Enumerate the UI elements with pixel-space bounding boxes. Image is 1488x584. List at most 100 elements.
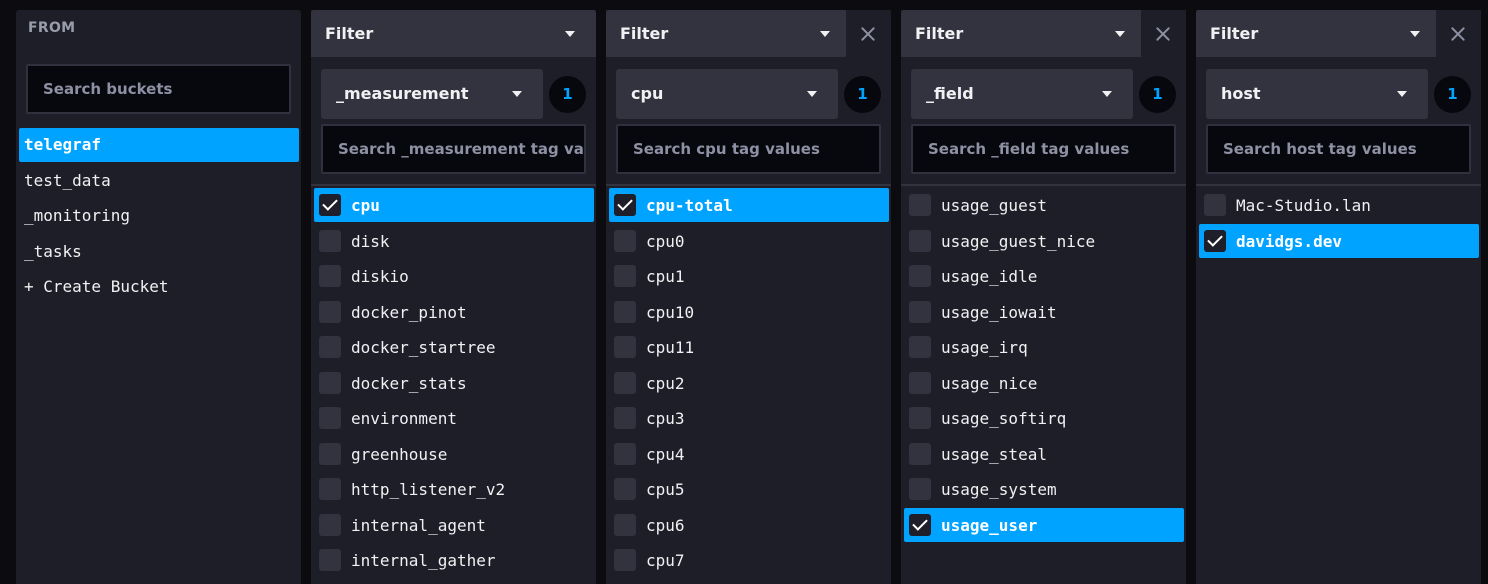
tag-value-item[interactable]: cpu-total (609, 188, 889, 222)
tag-value-search-input[interactable] (616, 124, 881, 174)
tag-value-item[interactable]: internal_agent (314, 508, 594, 542)
tag-value-item[interactable]: davidgs.dev (1199, 223, 1479, 258)
checkbox[interactable] (909, 407, 931, 429)
checkbox[interactable] (1204, 194, 1226, 216)
checkbox[interactable] (909, 265, 931, 287)
tag-value-item[interactable]: cpu5 (609, 472, 889, 506)
filter-type-dropdown[interactable]: Filter (1196, 10, 1436, 57)
tag-value-item[interactable]: usage_user (904, 507, 1184, 542)
checkbox[interactable] (909, 229, 931, 252)
checkbox[interactable] (319, 407, 341, 429)
filter-type-dropdown[interactable]: Filter (311, 10, 596, 57)
tag-value-item[interactable]: usage_guest (904, 188, 1184, 222)
tag-value-item[interactable]: Mac-Studio.lan (1199, 188, 1479, 222)
tag-value-item[interactable]: usage_idle (904, 259, 1184, 293)
tag-value-item[interactable]: cpu3 (609, 401, 889, 435)
checkbox[interactable] (909, 478, 931, 500)
checkbox[interactable] (1204, 229, 1226, 252)
tag-value-item[interactable]: internal_gather (314, 543, 594, 577)
tag-value-item[interactable]: greenhouse (314, 437, 594, 471)
checkbox[interactable] (614, 478, 636, 500)
checkbox[interactable] (909, 442, 931, 465)
bucket-item[interactable]: _monitoring (19, 199, 299, 233)
chevron-down-icon (1115, 31, 1125, 37)
filter-type-dropdown[interactable]: Filter (901, 10, 1141, 57)
close-icon[interactable] (1151, 22, 1175, 46)
tag-key-dropdown[interactable]: _measurement (321, 69, 543, 119)
tag-value-item[interactable]: cpu6 (609, 508, 889, 542)
bucket-item[interactable]: telegraf (19, 128, 299, 162)
tag-key-dropdown[interactable]: cpu (616, 69, 838, 119)
tag-value-item[interactable]: disk (314, 224, 594, 258)
checkbox[interactable] (909, 194, 931, 216)
tag-value-item[interactable]: usage_irq (904, 330, 1184, 364)
tag-value-item[interactable]: cpu7 (609, 543, 889, 577)
checkbox[interactable] (614, 300, 636, 323)
tag-value-item[interactable]: cpu10 (609, 295, 889, 329)
tag-value-label: cpu2 (646, 373, 685, 393)
tag-value-label: disk (351, 231, 390, 251)
tag-value-item[interactable]: cpu (314, 188, 594, 222)
close-icon[interactable] (856, 22, 880, 46)
checkbox[interactable] (909, 371, 931, 394)
checkbox[interactable] (614, 513, 636, 536)
tag-value-item[interactable]: cpu0 (609, 224, 889, 258)
tag-value-item[interactable]: docker_startree (314, 330, 594, 364)
close-icon[interactable] (1446, 22, 1470, 46)
tag-value-search-input[interactable] (321, 124, 586, 174)
tag-value-item[interactable]: environment (314, 401, 594, 435)
checkbox[interactable] (614, 265, 636, 287)
filter-type-dropdown[interactable]: Filter (606, 10, 846, 57)
tag-value-item[interactable]: usage_iowait (904, 295, 1184, 329)
checkbox[interactable] (909, 336, 931, 358)
checkbox[interactable] (614, 194, 636, 216)
checkbox[interactable] (319, 229, 341, 252)
checkbox[interactable] (614, 407, 636, 429)
tag-value-list: usage_guest usage_guest_nice usage_idle usa… (904, 188, 1184, 543)
query-builder: FROM telegraftest_data_monitoring_tasks+… (0, 0, 1488, 584)
checkbox[interactable] (319, 336, 341, 358)
create-bucket-button[interactable]: + Create Bucket (19, 270, 299, 304)
tag-value-item[interactable]: cpu11 (609, 330, 889, 364)
tag-value-item[interactable]: usage_steal (904, 437, 1184, 471)
tag-value-item[interactable]: usage_guest_nice (904, 224, 1184, 258)
checkbox[interactable] (909, 513, 931, 536)
tag-key-label: cpu (631, 84, 664, 103)
checkbox[interactable] (319, 513, 341, 536)
checkbox[interactable] (319, 442, 341, 465)
checkbox[interactable] (319, 194, 341, 216)
checkbox[interactable] (614, 549, 636, 571)
tag-value-item[interactable]: docker_pinot (314, 295, 594, 329)
bucket-item[interactable]: _tasks (19, 235, 299, 269)
selected-count-badge: 1 (549, 76, 586, 113)
tag-value-search-input[interactable] (1206, 124, 1471, 174)
checkbox[interactable] (319, 265, 341, 287)
tag-key-dropdown[interactable]: host (1206, 69, 1428, 119)
checkbox[interactable] (614, 229, 636, 252)
checkbox[interactable] (614, 371, 636, 394)
tag-key-dropdown[interactable]: _field (911, 69, 1133, 119)
chevron-down-icon (1397, 91, 1407, 97)
checkbox[interactable] (319, 300, 341, 323)
tag-value-item[interactable]: usage_softirq (904, 401, 1184, 435)
tag-value-item[interactable]: cpu4 (609, 437, 889, 471)
bucket-search-input[interactable] (26, 64, 291, 114)
tag-value-item[interactable]: http_listener_v2 (314, 472, 594, 506)
checkbox[interactable] (319, 549, 341, 571)
tag-value-item[interactable]: usage_nice (904, 366, 1184, 400)
checkbox[interactable] (909, 300, 931, 323)
bucket-item[interactable]: test_data (19, 164, 299, 198)
checkbox[interactable] (614, 336, 636, 358)
tag-value-label: usage_user (941, 515, 1038, 535)
checkbox[interactable] (319, 371, 341, 394)
checkbox[interactable] (319, 478, 341, 500)
tag-value-item[interactable]: cpu1 (609, 259, 889, 293)
filter-type-label: Filter (1210, 24, 1259, 43)
tag-value-search-input[interactable] (911, 124, 1176, 174)
tag-value-item[interactable]: docker_stats (314, 366, 594, 400)
tag-value-label: cpu3 (646, 409, 685, 428)
tag-value-item[interactable]: usage_system (904, 472, 1184, 506)
checkbox[interactable] (614, 442, 636, 465)
tag-value-item[interactable]: diskio (314, 259, 594, 293)
tag-value-item[interactable]: cpu2 (609, 366, 889, 400)
